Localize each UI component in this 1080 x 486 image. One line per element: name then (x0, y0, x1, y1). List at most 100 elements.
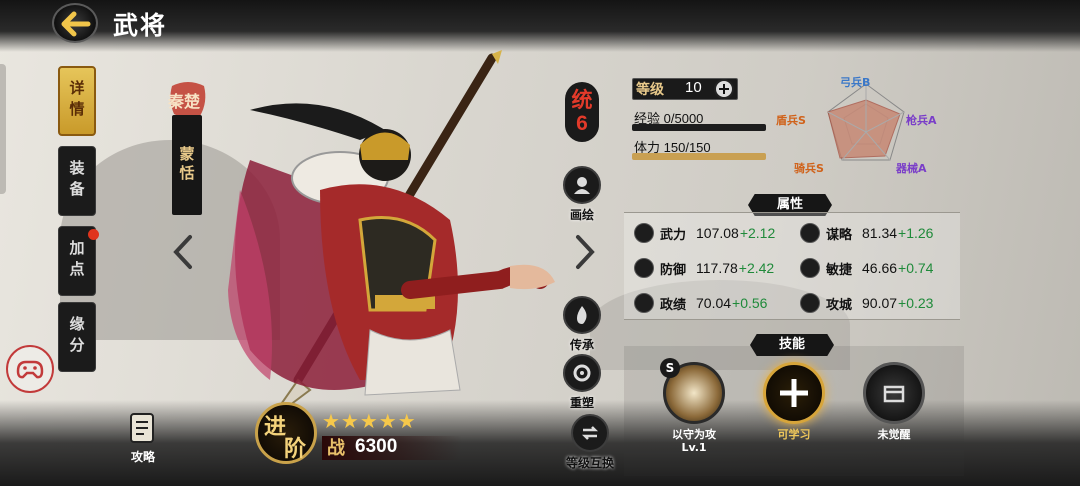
attr-value: 46.66 (862, 260, 898, 276)
chevron-right-icon (576, 235, 595, 269)
tab-add-points[interactable]: 加点 (58, 226, 99, 296)
skill-slot-3[interactable]: 未觉醒 (854, 362, 934, 441)
machine-rating: 器械A (896, 162, 927, 175)
troop-radar: 弓兵B 枪兵A 器械A 骑兵S 盾兵S (770, 70, 960, 180)
attr-bonus: +0.74 (898, 260, 934, 276)
skills-header: 技能 (750, 334, 834, 356)
guide-label: 攻略 (130, 450, 155, 464)
attr-name: 政绩 (660, 297, 687, 313)
exp-bar (632, 124, 766, 131)
sword-icon (634, 223, 654, 243)
attributes-panel: 武力 107.08 +2.12 谋略 81.34 +1.26 防御 117.78… (624, 212, 960, 320)
attribute-agility: 敏捷 46.66 +0.74 (800, 256, 933, 280)
locked-chest-icon (863, 362, 925, 424)
page-title: 武将 (113, 11, 168, 40)
horse-icon (800, 258, 820, 278)
attribute-siege: 攻城 90.07 +0.23 (800, 291, 933, 315)
power-label: 战 (327, 438, 345, 459)
tab-label: 装备 (67, 160, 86, 202)
cavalry-rating: 骑兵S (794, 162, 824, 175)
level-exchange-button[interactable]: 等级互换 (550, 414, 630, 471)
attr-name: 防御 (660, 262, 687, 278)
previous-hero-arrow[interactable] (170, 234, 196, 270)
advance-button[interactable]: 进 阶 (255, 402, 317, 464)
exchange-icon (571, 414, 609, 452)
tab-label: 缘分 (67, 316, 86, 358)
attr-bonus: +2.12 (739, 225, 776, 241)
skill-name: 以守为攻 (672, 428, 716, 441)
attr-name: 敏捷 (826, 262, 853, 278)
spear-rating: 枪兵A (906, 114, 937, 127)
back-arrow-icon (61, 11, 91, 37)
stamina-bar (632, 153, 766, 160)
attribute-defense: 防御 117.78 +2.42 (634, 256, 774, 280)
attr-name: 攻城 (826, 297, 853, 313)
reforge-icon (563, 354, 601, 392)
advance-label-1: 进 (264, 414, 287, 440)
attribute-strategy: 谋略 81.34 +1.26 (800, 221, 933, 245)
attr-value: 107.08 (696, 225, 739, 241)
shield-rating: 盾兵S (776, 114, 806, 127)
guide-button[interactable]: 攻略 (118, 410, 168, 470)
tower-icon (800, 293, 820, 313)
side-drawer-handle[interactable] (0, 64, 6, 194)
skill-slot-1[interactable]: S 以守为攻 Lv.1 (654, 358, 734, 454)
chevron-left-icon (173, 235, 192, 269)
power-value: 6300 (355, 436, 398, 457)
command-value: 6 (576, 112, 588, 135)
plus-icon (763, 362, 825, 424)
attr-value: 117.78 (696, 260, 738, 276)
attr-bonus: +0.23 (898, 295, 934, 311)
attr-value: 70.04 (696, 295, 732, 311)
hero-name: 蒙恬 (172, 115, 202, 215)
portrait-label: 画绘 (569, 208, 594, 222)
shield-icon (634, 258, 654, 278)
reforge-label: 重塑 (569, 396, 594, 410)
attr-value: 90.07 (862, 295, 898, 311)
tab-fate[interactable]: 缘分 (58, 302, 96, 372)
gamepad-icon[interactable] (6, 345, 54, 393)
inherit-button[interactable]: 传承 (550, 296, 614, 353)
next-hero-arrow[interactable] (572, 234, 598, 270)
attribute-politics: 政绩 70.04 +0.56 (634, 291, 767, 315)
star-rating: ★★★★★ (322, 409, 417, 433)
skill-name: 可学习 (777, 428, 811, 441)
scroll-book-icon (130, 413, 154, 443)
attr-bonus: +1.26 (898, 225, 934, 241)
level-up-button[interactable] (714, 79, 734, 99)
attr-value: 81.34 (862, 225, 898, 241)
hero-illustration (210, 50, 570, 430)
seal-icon (634, 293, 654, 313)
portrait-button[interactable]: 画绘 (550, 166, 614, 223)
reforge-button[interactable]: 重塑 (550, 354, 614, 411)
attribute-force: 武力 107.08 +2.12 (634, 221, 775, 245)
skill-level: Lv.1 (681, 441, 707, 454)
archer-rating: 弓兵B (840, 76, 871, 89)
tab-label: 详情 (67, 80, 86, 122)
attr-bonus: +2.42 (738, 260, 775, 276)
tab-details[interactable]: 详情 (58, 66, 96, 136)
faction-label: 秦楚 (168, 92, 201, 111)
advance-label-2: 阶 (284, 436, 307, 462)
command-badge: 统 6 (565, 82, 599, 142)
skill-grade-badge: S (660, 358, 680, 378)
skill-name: 未觉醒 (877, 428, 911, 441)
tab-label: 加点 (67, 240, 86, 282)
level-exchange-label: 等级互换 (565, 456, 614, 470)
inherit-label: 传承 (569, 338, 594, 352)
level-value: 10 (685, 79, 702, 96)
notification-dot (88, 229, 99, 240)
command-label: 统 (571, 87, 593, 112)
attr-bonus: +0.56 (732, 295, 768, 311)
skill-slot-2[interactable]: 可学习 (754, 362, 834, 441)
tab-strip: 详情 装备 加点 缘分 (50, 62, 102, 382)
tab-equipment[interactable]: 装备 (58, 146, 96, 216)
attr-name: 谋略 (826, 227, 853, 243)
scroll-icon (800, 223, 820, 243)
attr-name: 武力 (660, 227, 687, 243)
stamina-bar-fill (632, 153, 766, 160)
flame-icon (563, 296, 601, 334)
portrait-icon (563, 166, 601, 204)
back-button[interactable] (52, 3, 98, 43)
level-label: 等级 (636, 82, 664, 98)
